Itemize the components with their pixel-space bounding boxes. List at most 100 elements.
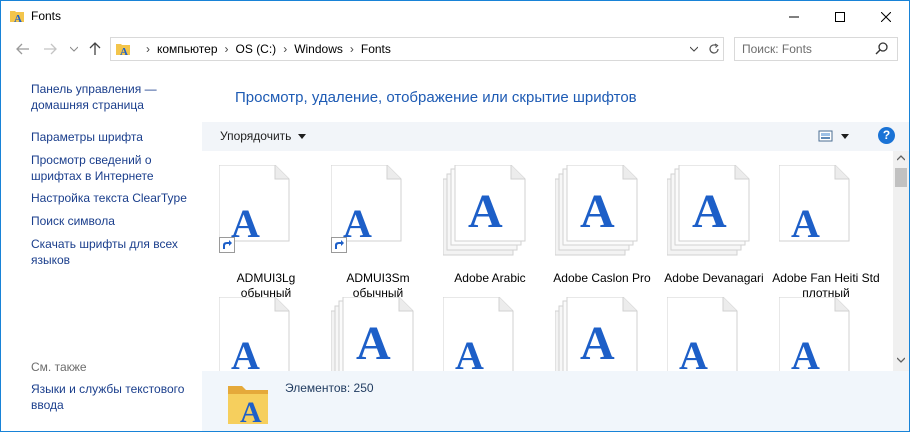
fonts-folder-icon: A [116, 44, 130, 57]
font-item[interactable]: A [443, 297, 553, 371]
font-item[interactable]: A [667, 297, 777, 371]
minimize-icon [789, 16, 799, 17]
close-button[interactable] [863, 1, 909, 32]
font-item-label: Adobe Caslon Pro [553, 271, 651, 285]
search-input[interactable]: Поиск: Fonts [734, 37, 898, 61]
item-count: Элементов: 250 [285, 381, 374, 395]
scroll-thumb[interactable] [895, 168, 907, 187]
change-view-icon[interactable] [818, 129, 834, 143]
chevron-down-icon [70, 46, 78, 52]
maximize-icon [835, 11, 845, 22]
arrow-right-icon [44, 43, 57, 55]
task-font-info-online[interactable]: Просмотр сведений о шрифтах в Интернете [31, 152, 191, 184]
font-file-icon: A [779, 165, 850, 246]
svg-text:A: A [455, 333, 484, 371]
breadcrumb-separator-icon[interactable]: › [220, 42, 234, 56]
font-item[interactable]: A [331, 297, 441, 371]
shortcut-arrow-icon [219, 237, 235, 253]
task-control-panel-home[interactable]: Панель управления — домашняя страница [31, 81, 191, 113]
svg-text:A: A [468, 185, 503, 238]
scroll-up-icon[interactable] [897, 155, 905, 161]
breadcrumb-item-fonts[interactable]: Fonts [359, 42, 393, 56]
close-icon [881, 11, 891, 22]
vertical-scrollbar[interactable] [893, 151, 909, 371]
caret-down-icon[interactable] [841, 134, 849, 139]
svg-text:A: A [356, 317, 391, 370]
details-pane: A Элементов: 250 [202, 371, 909, 431]
font-item[interactable]: A [219, 297, 329, 371]
svg-text:A: A [791, 333, 820, 371]
chevron-down-icon [690, 46, 698, 52]
font-file-icon: A [219, 297, 290, 371]
help-icon: ? [882, 128, 891, 142]
task-cleartype[interactable]: Настройка текста ClearType [31, 190, 191, 206]
organize-button[interactable]: Упорядочить [220, 129, 291, 143]
font-file-icon: A [779, 297, 850, 371]
svg-text:A: A [14, 13, 22, 24]
task-download-fonts[interactable]: Скачать шрифты для всех языков [31, 236, 191, 268]
font-family-icon: A [555, 165, 638, 256]
task-font-settings[interactable]: Параметры шрифта [31, 129, 191, 145]
task-find-character[interactable]: Поиск символа [31, 213, 191, 229]
breadcrumb-item-drive[interactable]: OS (C:) [234, 42, 279, 56]
svg-text:A: A [240, 396, 262, 426]
font-item-label: Adobe Arabic [454, 271, 526, 285]
fonts-folder-icon: A [228, 386, 268, 426]
font-item[interactable]: A Adobe Caslon Pro [553, 165, 665, 305]
maximize-button[interactable] [817, 1, 863, 32]
font-family-icon: A [667, 165, 750, 256]
scroll-down-icon[interactable] [897, 357, 905, 363]
font-item[interactable]: A ADMUI3Sm обычный [331, 165, 441, 305]
svg-text:A: A [120, 46, 128, 57]
help-button[interactable]: ? [878, 127, 895, 144]
minimize-button[interactable] [771, 1, 817, 32]
caret-down-icon[interactable] [298, 134, 306, 139]
font-item-label: Adobe Devanagari [664, 271, 764, 285]
see-also-heading: См. также [31, 360, 87, 374]
address-bar[interactable]: A › компьютер › OS (C:) › Windows › Font… [110, 37, 724, 61]
svg-text:A: A [791, 201, 820, 246]
breadcrumb-separator-icon[interactable]: › [345, 42, 359, 56]
breadcrumb-separator-icon[interactable]: › [141, 42, 155, 56]
arrow-up-icon [89, 42, 101, 55]
refresh-icon [709, 43, 719, 54]
font-family-icon: A [331, 297, 414, 371]
page-title: Просмотр, удаление, отображение или скры… [235, 89, 637, 106]
svg-text:A: A [692, 185, 727, 238]
search-placeholder: Поиск: Fonts [742, 42, 812, 56]
command-bar: Упорядочить ? [202, 122, 909, 151]
address-history-button[interactable] [686, 41, 702, 57]
font-file-icon: A [667, 297, 738, 371]
svg-text:A: A [231, 333, 260, 371]
shortcut-arrow-icon [331, 237, 347, 253]
task-pane: Панель управления — домашняя страница Па… [1, 66, 202, 431]
refresh-button[interactable] [705, 40, 723, 58]
up-button[interactable] [86, 40, 104, 58]
svg-text:A: A [580, 317, 615, 370]
font-file-icon: A [443, 297, 514, 371]
font-grid: A ADMUI3Lg обычный A ADMUI3Sm обычный A Adobe… [202, 151, 893, 371]
font-item[interactable]: A Adobe Arabic [443, 165, 553, 305]
window-title: Fonts [31, 9, 62, 23]
forward-button[interactable] [41, 40, 59, 58]
font-item[interactable]: A Adobe Fan Heiti Std плотный [772, 165, 889, 305]
title-bar: A Fonts [1, 1, 909, 32]
breadcrumb-separator-icon[interactable]: › [278, 42, 292, 56]
font-item[interactable]: A ADMUI3Lg обычный [219, 165, 329, 305]
arrow-left-icon [16, 43, 29, 55]
breadcrumb-item-windows[interactable]: Windows [292, 42, 345, 56]
breadcrumb-item-computer[interactable]: компьютер [155, 42, 220, 56]
font-family-icon: A [443, 165, 526, 256]
explorer-window: A Fonts A › компьютер › OS (C:) › Window… [0, 0, 910, 432]
see-also-language-services[interactable]: Языки и службы текстового ввода [31, 381, 191, 413]
back-button[interactable] [14, 40, 32, 58]
svg-text:A: A [343, 201, 372, 246]
font-item[interactable]: A Adobe Devanagari [664, 165, 777, 305]
font-item[interactable]: A [779, 297, 889, 371]
search-icon[interactable] [875, 41, 889, 55]
svg-text:A: A [580, 185, 615, 238]
font-family-icon: A [555, 297, 638, 371]
svg-text:A: A [231, 201, 260, 246]
font-item[interactable]: A [555, 297, 665, 371]
recent-locations-button[interactable] [65, 40, 83, 58]
